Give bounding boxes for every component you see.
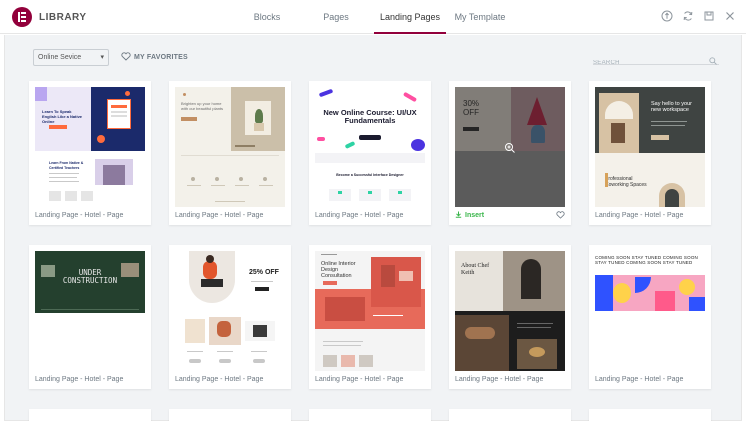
template-card[interactable]: Learn To Speak English Like a Native Onl… [29, 81, 151, 225]
thumb-headline: Say hello to your new workspace [651, 101, 692, 113]
template-thumbnail: 30% OFF [455, 87, 565, 207]
template-card[interactable] [29, 409, 151, 421]
close-icon[interactable] [724, 10, 736, 22]
template-card-title: Landing Page - Hotel - Page [595, 376, 684, 383]
tab-blocks[interactable]: Blocks [236, 0, 298, 34]
thumb-headline: UNDER CONSTRUCTION [62, 268, 118, 285]
thumb-headline: Learn To Speak English Like a Native Onl… [42, 109, 83, 124]
template-card[interactable]: UNDER CONSTRUCTION Landing Page - Hotel … [29, 245, 151, 389]
template-thumbnail: 25% OFF [175, 251, 285, 371]
source-select[interactable]: Online Sevice ▾ [33, 49, 109, 66]
header-actions [661, 10, 736, 22]
template-card[interactable] [309, 409, 431, 421]
brand: LIBRARY [12, 7, 87, 27]
template-thumbnail: UNDER CONSTRUCTION [35, 251, 145, 371]
template-card[interactable]: Say hello to your new workspace Professi… [589, 81, 711, 225]
template-thumbnail: Brighten up your home with our beautiful… [175, 87, 285, 207]
tab-my-template[interactable]: My Template [446, 0, 514, 34]
download-icon [455, 211, 462, 220]
template-card[interactable] [169, 409, 291, 421]
thumb-headline: 25% OFF [249, 269, 279, 276]
template-card[interactable] [589, 409, 711, 421]
tab-landing-pages[interactable]: Landing Pages [374, 0, 446, 34]
template-thumbnail: Say hello to your new workspace Professi… [595, 87, 705, 207]
library-title: LIBRARY [39, 11, 87, 23]
template-card-title: Landing Page - Hotel - Page [315, 212, 404, 219]
template-card[interactable]: Brighten up your home with our beautiful… [169, 81, 291, 225]
elementor-logo-icon [12, 7, 32, 27]
zoom-in-icon[interactable] [504, 141, 516, 153]
template-card-title: Landing Page - Hotel - Page [315, 376, 404, 383]
template-card-title: Landing Page - Hotel - Page [595, 212, 684, 219]
template-card[interactable] [449, 409, 571, 421]
sync-icon[interactable] [682, 10, 694, 22]
template-card[interactable]: 25% OFF Landing Page - Hotel - Page [169, 245, 291, 389]
template-thumbnail: Learn To Speak English Like a Native Onl… [35, 87, 145, 207]
template-thumbnail: COMING SOON STAY TUNED COMING SOON STAY … [595, 251, 705, 371]
thumb-headline: New Online Course: UI/UX Fundamentals [323, 108, 417, 125]
template-card-title: Landing Page - Hotel - Page [175, 212, 264, 219]
tab-pages[interactable]: Pages [298, 0, 374, 34]
thumb-subheadline: Professional Coworking Spaces [605, 176, 647, 188]
filter-toolbar: Online Sevice ▾ MY FAVORITES [33, 49, 188, 66]
tab-bar: Blocks Pages Landing Pages My Template [236, 0, 514, 34]
template-card[interactable]: COMING SOON STAY TUNED COMING SOON STAY … [589, 245, 711, 389]
search-icon[interactable] [709, 52, 717, 70]
insert-label: Insert [465, 211, 485, 219]
thumb-headline: Online Interior Design Consultation [321, 261, 356, 279]
template-thumbnail: New Online Course: UI/UX Fundamentals Be… [315, 87, 425, 207]
template-card-title: Landing Page - Hotel - Page [35, 212, 124, 219]
thumb-subheadline: Become a Successful Interface Designer [336, 173, 404, 177]
template-card[interactable]: Online Interior Design Consultation Land… [309, 245, 431, 389]
thumb-headline: Brighten up your home with our beautiful… [181, 101, 224, 111]
template-card[interactable]: New Online Course: UI/UX Fundamentals Be… [309, 81, 431, 225]
search-box [593, 51, 719, 66]
search-input[interactable] [593, 60, 703, 66]
source-select-value: Online Sevice [38, 54, 82, 61]
insert-button[interactable]: Insert [455, 211, 484, 220]
chevron-down-icon: ▾ [100, 54, 104, 61]
template-card-title: Landing Page - Hotel - Page [35, 376, 124, 383]
library-header: LIBRARY Blocks Pages Landing Pages My Te… [0, 0, 746, 34]
template-card-hovered[interactable]: 30% OFF Insert [449, 81, 571, 225]
template-thumbnail: About Chef Keith [455, 251, 565, 371]
heart-icon [121, 52, 131, 63]
template-card-title: Landing Page - Hotel - Page [455, 376, 544, 383]
template-thumbnail: Online Interior Design Consultation [315, 251, 425, 371]
template-card-title: Landing Page - Hotel - Page [175, 376, 264, 383]
thumb-subheadline: Learn From Native & Certified Teachers [49, 161, 84, 170]
info-icon[interactable] [661, 10, 673, 22]
template-library-content: Online Sevice ▾ MY FAVORITES Learn To Sp… [4, 35, 742, 421]
favorite-heart-icon[interactable] [556, 206, 565, 224]
my-favorites-filter[interactable]: MY FAVORITES [121, 52, 188, 63]
template-card[interactable]: About Chef Keith Landing Page - Hotel - … [449, 245, 571, 389]
my-favorites-label: MY FAVORITES [134, 54, 188, 61]
thumb-headline: COMING SOON STAY TUNED COMING SOON STAY … [595, 255, 698, 265]
card-action-bar: Insert [455, 209, 565, 221]
thumb-headline: About Chef Keith [461, 263, 490, 276]
save-icon[interactable] [703, 10, 715, 22]
